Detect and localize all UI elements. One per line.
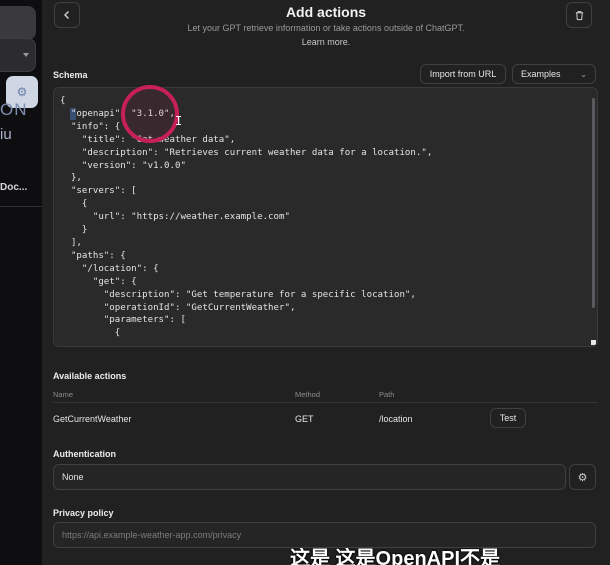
page-subtitle: Let your GPT retrieve information or tak… [187, 23, 465, 33]
test-action-button[interactable]: Test [490, 408, 526, 428]
examples-select[interactable]: Examples ⌄ [512, 64, 596, 84]
trash-icon [575, 10, 583, 20]
avatar-selector[interactable] [0, 38, 36, 72]
privacy-policy-label: Privacy policy [53, 508, 114, 518]
table-divider [53, 402, 598, 403]
chevron-down-icon: ⌄ [580, 69, 587, 79]
sidebar-text-fragment: ON [0, 100, 28, 119]
examples-select-label: Examples [521, 69, 561, 79]
privacy-policy-input[interactable]: https://api.example-weather-app.com/priv… [53, 522, 596, 548]
text-cursor-icon: I [175, 114, 183, 128]
action-path: /location [379, 414, 413, 424]
column-header-name: Name [53, 390, 74, 399]
authentication-label: Authentication [53, 449, 116, 459]
mouse-cursor-highlight [121, 85, 179, 143]
page-title: Add actions [285, 4, 367, 20]
authentication-field[interactable]: None [53, 464, 566, 490]
sidebar-text-fragment: iu [0, 126, 12, 143]
left-sidebar: ⚙ ON iu Doc... [0, 0, 42, 565]
editor-scrollbar[interactable] [592, 98, 595, 308]
learn-more-link[interactable]: Learn more. [42, 37, 610, 47]
action-name: GetCurrentWeather [53, 414, 132, 424]
add-actions-panel: Add actions Let your GPT retrieve inform… [42, 0, 610, 565]
available-actions-label: Available actions [53, 371, 127, 381]
column-header-path: Path [379, 390, 395, 399]
chevron-down-icon [23, 53, 29, 57]
delete-button[interactable] [566, 2, 592, 28]
action-method: GET [295, 414, 314, 424]
sidebar-doc-label[interactable]: Doc... [0, 182, 27, 193]
authentication-settings-button[interactable]: ⚙ [569, 464, 596, 490]
gpt-avatar[interactable] [0, 6, 36, 40]
sidebar-divider [0, 206, 42, 207]
video-subtitle-overlay: 这是 这是OpenAPI不是 [290, 548, 501, 565]
column-header-method: Method [295, 390, 321, 399]
schema-code[interactable]: { "openapi": "3.1.0", "info": { "title":… [60, 95, 432, 340]
gear-icon: ⚙ [577, 471, 588, 484]
schema-label: Schema [53, 70, 88, 80]
editor-resize-handle[interactable] [591, 340, 596, 345]
import-from-url-button[interactable]: Import from URL [420, 64, 506, 84]
